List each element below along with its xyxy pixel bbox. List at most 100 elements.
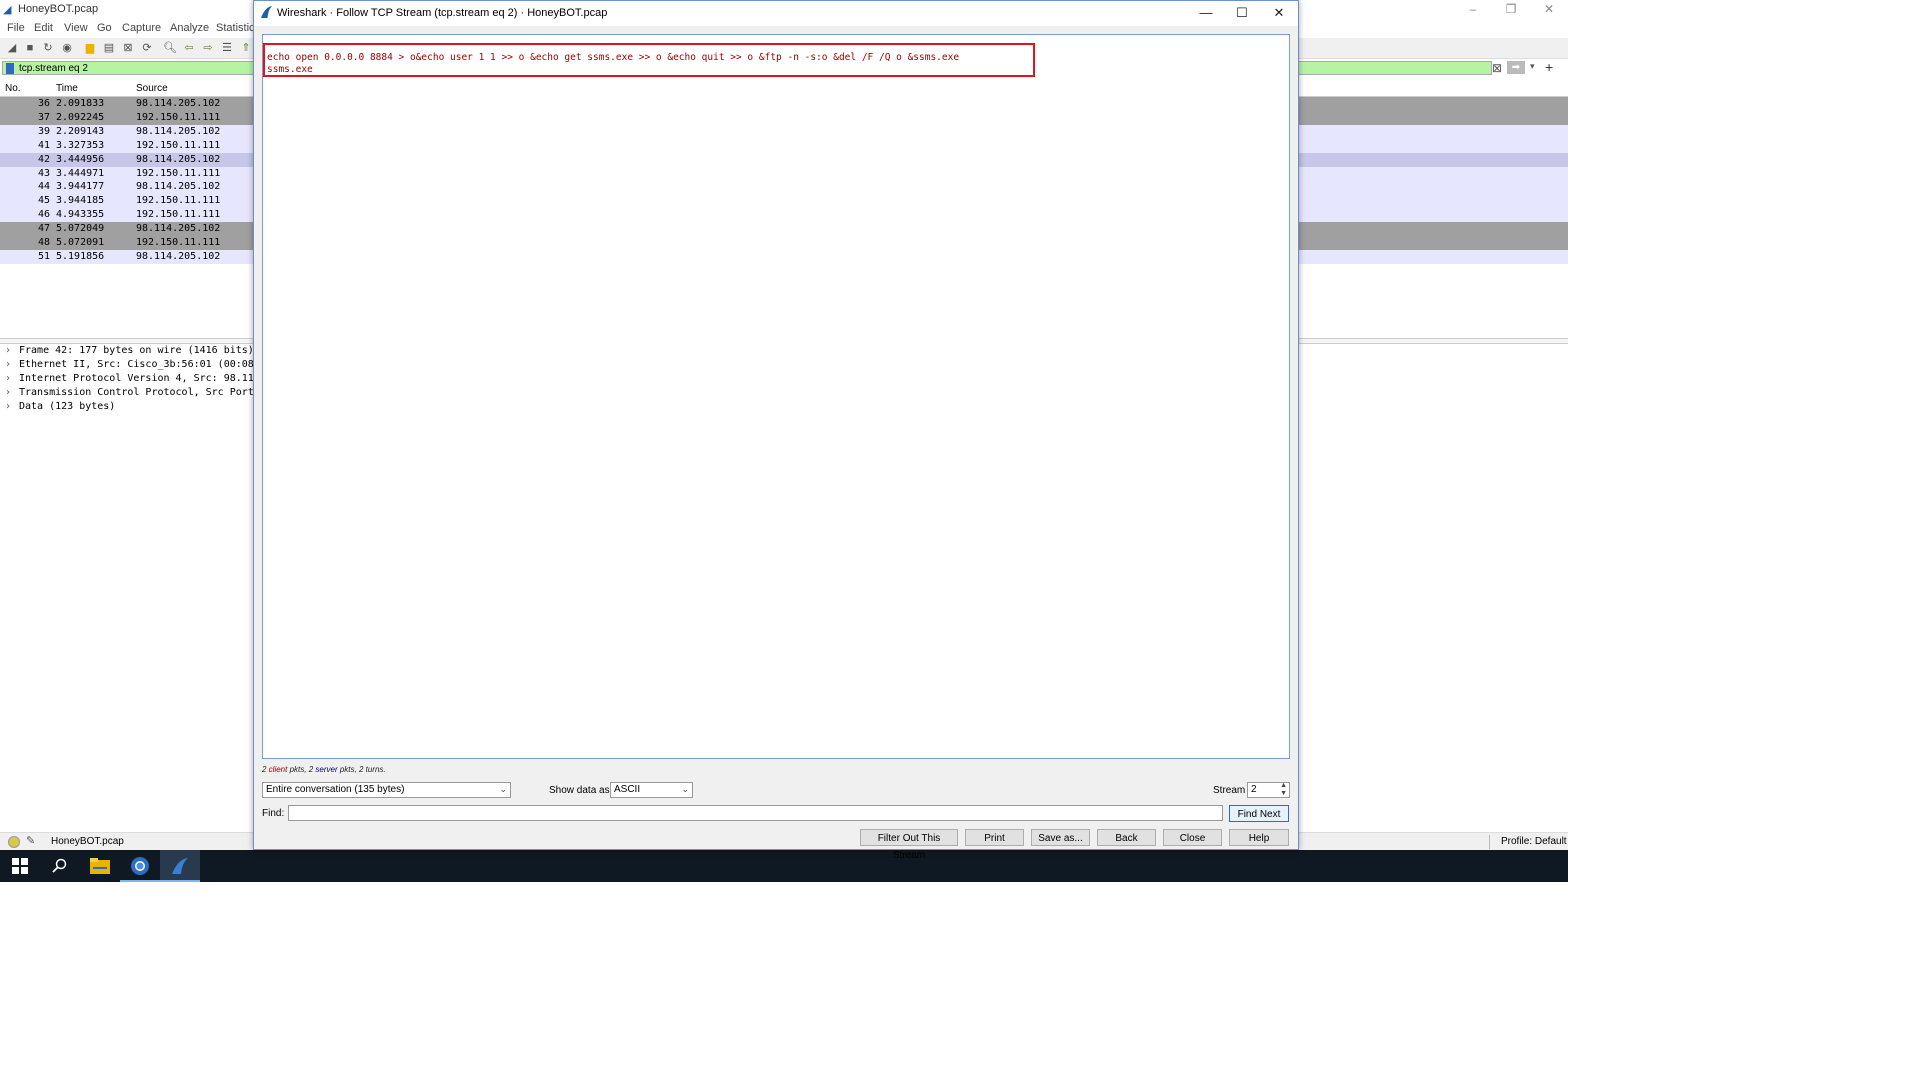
apply-filter-icon[interactable]: ➡ <box>1507 61 1525 74</box>
chevron-right-icon[interactable]: › <box>5 372 11 386</box>
print-button[interactable]: Print <box>965 829 1024 846</box>
stream-summary: 2 client pkts, 2 server pkts, 2 turns. <box>262 765 386 774</box>
go-to-packet-icon[interactable]: ☰ <box>219 40 235 56</box>
conversation-select[interactable]: Entire conversation (135 bytes) ⌄ <box>262 782 511 798</box>
stream-number-value: 2 <box>1251 784 1257 795</box>
save-as-button[interactable]: Save as... <box>1031 829 1090 846</box>
search-icon[interactable] <box>40 850 80 882</box>
chevron-right-icon[interactable]: › <box>5 400 11 414</box>
open-file-icon[interactable]: ▆ <box>82 40 98 56</box>
spin-down-icon[interactable]: ▼ <box>1280 790 1287 797</box>
restore-button[interactable]: ❐ <box>1496 2 1526 16</box>
close-file-icon[interactable]: ⊠ <box>120 40 136 56</box>
packet-source-cell: 192.150.11.111 <box>136 237 221 248</box>
dialog-maximize-button[interactable]: ☐ <box>1227 5 1257 21</box>
tree-item-label: Frame 42: 177 bytes on wire (1416 bits), <box>19 345 260 356</box>
go-first-icon[interactable]: ⇑ <box>238 40 254 56</box>
packet-time-cell: 4.943355 <box>56 209 105 221</box>
file-explorer-icon[interactable] <box>80 850 120 882</box>
windows-start-icon[interactable] <box>0 850 40 882</box>
menu-edit[interactable]: Edit <box>34 22 53 34</box>
packet-source-cell: 98.114.205.102 <box>136 250 221 262</box>
find-packet-icon[interactable]: 🔍︎ <box>162 40 178 56</box>
capture-options-icon[interactable]: ◉ <box>59 40 75 56</box>
chevron-right-icon[interactable]: › <box>5 344 11 358</box>
chevron-down-icon: ⌄ <box>681 784 689 794</box>
close-dialog-button[interactable]: Close <box>1163 829 1222 846</box>
menu-capture[interactable]: Capture <box>122 22 161 34</box>
find-label: Find: <box>262 808 285 819</box>
column-header-time[interactable]: Time <box>56 83 78 94</box>
wireshark-fin-icon <box>260 6 273 22</box>
expert-info-icon[interactable] <box>8 836 20 848</box>
packet-time-cell: 5.072091 <box>56 237 105 248</box>
summary-text: pkts, 2 <box>287 765 316 774</box>
dialog-minimize-button[interactable]: — <box>1191 5 1221 21</box>
column-header-source[interactable]: Source <box>136 83 168 94</box>
packet-time-cell: 2.092245 <box>56 111 105 123</box>
back-button[interactable]: Back <box>1097 829 1156 846</box>
show-data-select[interactable]: ASCII ⌄ <box>610 782 693 798</box>
filter-dropdown-icon[interactable]: ▾ <box>1530 61 1535 72</box>
browser-icon[interactable] <box>120 850 160 882</box>
go-back-icon[interactable]: ⇦ <box>181 40 197 56</box>
add-filter-button-icon[interactable]: + <box>1545 59 1553 75</box>
edit-comment-icon[interactable]: ✎ <box>26 834 35 847</box>
spin-up-icon[interactable]: ▲ <box>1280 782 1287 789</box>
packet-time-cell: 5.072049 <box>56 223 105 235</box>
packet-time-cell: 3.944177 <box>56 181 105 193</box>
summary-server-label: server <box>315 765 338 774</box>
packet-source-cell: 98.114.205.102 <box>136 181 221 193</box>
packet-source-cell: 98.114.205.102 <box>136 98 221 109</box>
restart-capture-icon[interactable]: ↻ <box>40 40 56 56</box>
packet-no-cell: 36 <box>37 98 50 109</box>
stop-capture-icon[interactable]: ■ <box>22 40 38 56</box>
packet-source-cell: 192.150.11.111 <box>136 139 221 151</box>
bookmark-icon[interactable] <box>6 63 14 74</box>
packet-no-cell: 39 <box>37 125 50 137</box>
summary-client-label: client <box>268 765 288 774</box>
menu-file[interactable]: File <box>7 22 25 34</box>
reload-file-icon[interactable]: ⟳ <box>139 40 155 56</box>
menu-analyze[interactable]: Analyze <box>170 22 209 34</box>
tree-item[interactable]: › Ethernet II, Src: Cisco_3b:56:01 (00:08… <box>0 358 266 372</box>
chevron-right-icon[interactable]: › <box>5 358 11 372</box>
close-button[interactable]: ✕ <box>1534 2 1564 16</box>
packet-details-pane: › Frame 42: 177 bytes on wire (1416 bits)… <box>0 344 266 824</box>
column-header-no[interactable]: No. <box>5 83 21 94</box>
packet-no-cell: 41 <box>37 139 50 151</box>
clear-filter-icon[interactable]: ⊠ <box>1492 61 1502 75</box>
tree-item[interactable]: › Frame 42: 177 bytes on wire (1416 bits)… <box>0 344 260 358</box>
dialog-close-button[interactable]: ✕ <box>1264 5 1294 21</box>
menu-view[interactable]: View <box>64 22 88 34</box>
chevron-down-icon: ⌄ <box>499 784 507 794</box>
wireshark-taskbar-icon[interactable] <box>160 850 200 882</box>
tree-item[interactable]: › Transmission Control Protocol, Src Port… <box>0 386 260 400</box>
minimize-button[interactable]: – <box>1458 2 1488 16</box>
tree-item[interactable]: › Internet Protocol Version 4, Src: 98.11… <box>0 372 266 386</box>
packet-source-cell: 192.150.11.111 <box>136 167 221 179</box>
windows-taskbar <box>0 850 1568 882</box>
status-profile[interactable]: Profile: Default <box>1501 836 1567 847</box>
status-file-name: HoneyBOT.pcap <box>51 836 124 847</box>
chevron-right-icon[interactable]: › <box>5 386 11 400</box>
packet-time-cell: 2.209143 <box>56 125 105 137</box>
tree-item[interactable]: › Data (123 bytes) <box>0 400 260 414</box>
stream-line-client: echo open 0.0.0.0 8884 > o&echo user 1 1… <box>267 52 960 63</box>
help-button[interactable]: Help <box>1229 829 1289 846</box>
summary-text: pkts, 2 turns. <box>337 765 386 774</box>
save-file-icon[interactable]: ▤ <box>101 40 117 56</box>
stream-content-area[interactable]: echo open 0.0.0.0 8884 > o&echo user 1 1… <box>262 34 1290 759</box>
packet-source-cell: 192.150.11.111 <box>136 111 221 123</box>
find-next-button[interactable]: Find Next <box>1229 805 1289 822</box>
find-input[interactable] <box>288 805 1223 821</box>
go-forward-icon[interactable]: ⇨ <box>200 40 216 56</box>
tree-item-label: Internet Protocol Version 4, Src: 98.114… <box>19 372 266 384</box>
start-capture-icon[interactable]: ◢ <box>4 40 20 56</box>
stream-number-spinbox[interactable]: 2 ▲ ▼ <box>1247 782 1290 798</box>
filter-out-stream-button[interactable]: Filter Out This Stream <box>860 829 958 861</box>
tree-item-label: Ethernet II, Src: Cisco_3b:56:01 (00:08:… <box>19 358 266 370</box>
menu-go[interactable]: Go <box>97 22 112 34</box>
filter-text: tcp.stream eq 2 <box>19 63 88 74</box>
status-divider <box>1489 835 1490 849</box>
